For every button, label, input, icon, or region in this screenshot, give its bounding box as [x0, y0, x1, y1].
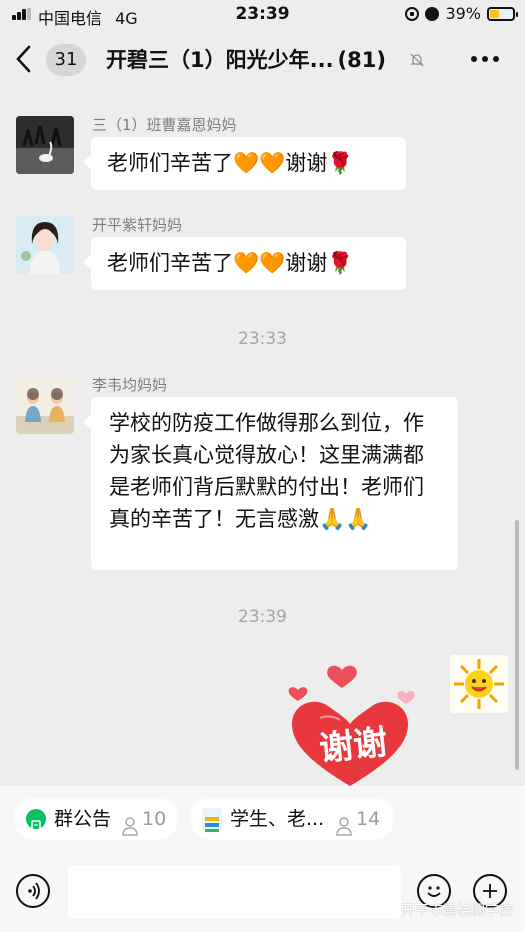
member-count: (81) [337, 48, 386, 72]
back-icon[interactable] [14, 44, 44, 74]
pinned-item-button[interactable]: 学生、老... 14 [190, 798, 394, 840]
chat-header: 31 开碧三（1）阳光少年... (81) [0, 30, 525, 88]
sender-name: 三（1）班曹嘉恩妈妈 [92, 116, 237, 134]
battery-icon [487, 6, 518, 21]
thank-you-sticker[interactable]: 谢谢 [270, 658, 430, 786]
person-icon [121, 809, 139, 851]
alarm-icon [425, 6, 440, 21]
message-input[interactable] [68, 865, 401, 919]
group-name: 开碧三（1）阳光少年... [106, 48, 334, 72]
avatar[interactable] [16, 116, 74, 174]
voice-icon[interactable] [16, 874, 50, 908]
message-bubble[interactable]: 老师们辛苦了🧡🧡谢谢🌹 [83, 237, 406, 290]
wechat-icon [381, 903, 397, 917]
notice-count: 10 [142, 808, 167, 830]
message-bubble[interactable]: 学校的防疫工作做得那么到位，作为家长真心觉得放心！这里满满都是老师们背后默默的付… [83, 397, 458, 570]
chat-title[interactable]: 开碧三（1）阳光少年... (81) [106, 44, 386, 74]
avatar[interactable] [16, 216, 74, 274]
scrollbar[interactable] [515, 520, 519, 770]
battery-percent: 39% [445, 4, 481, 23]
more-options-icon[interactable] [471, 56, 499, 62]
pinned-count: 14 [356, 808, 381, 830]
notice-icon [26, 809, 46, 832]
sender-name: 开平紫轩妈妈 [92, 216, 183, 234]
notice-label: 群公告 [54, 808, 112, 830]
timestamp: 23:33 [238, 329, 287, 349]
rotation-lock-icon [405, 6, 420, 21]
status-bar: 中国电信 4G 23:39 39% [0, 0, 525, 30]
timestamp: 23:39 [238, 607, 287, 627]
person-icon [335, 809, 353, 851]
pinned-label: 学生、老... [230, 808, 325, 830]
unread-badge[interactable]: 31 [46, 44, 86, 76]
group-notice-button[interactable]: 群公告 10 [14, 798, 178, 840]
app-icon [202, 808, 222, 832]
message-bubble[interactable]: 老师们辛苦了🧡🧡谢谢🌹 [83, 137, 406, 190]
sender-name: 李韦均妈妈 [92, 376, 168, 394]
watermark: 开平市碧桂园学校 [381, 900, 513, 920]
pinned-bar: 群公告 10 学生、老... 14 [0, 786, 525, 850]
input-bar: 开平市碧桂园学校 [0, 850, 525, 932]
mute-bell-icon [409, 52, 425, 68]
avatar[interactable] [450, 655, 508, 713]
avatar[interactable] [16, 376, 74, 434]
